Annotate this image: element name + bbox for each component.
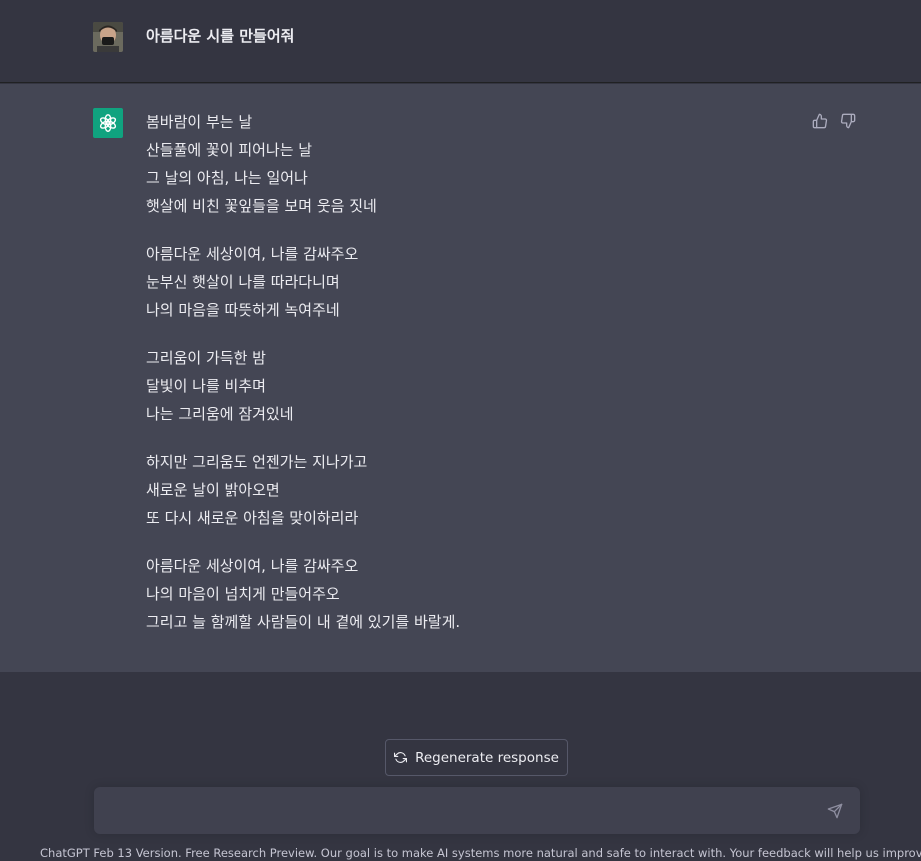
thumbs-down-icon (840, 113, 856, 129)
poem-line: 산들풀에 꽃이 피어나는 날 (146, 141, 313, 159)
poem-line: 달빛이 나를 비추며 (146, 377, 266, 395)
regenerate-label: Regenerate response (415, 749, 559, 766)
poem-stanza: 하지만 그리움도 언젠가는 지나가고 새로운 날이 밝아오면 또 다시 새로운 … (146, 448, 786, 532)
poem-stanza: 봄바람이 부는 날 산들풀에 꽃이 피어나는 날 그 날의 아침, 나는 일어나… (146, 108, 786, 220)
poem-line: 봄바람이 부는 날 (146, 113, 253, 131)
user-message-text: 아름다운 시를 만들어줘 (146, 27, 295, 45)
regenerate-response-button[interactable]: Regenerate response (385, 739, 568, 776)
message-input[interactable] (108, 787, 812, 836)
send-icon (827, 803, 843, 819)
poem-line: 나의 마음이 넘치게 만들어주오 (146, 585, 340, 603)
user-avatar (93, 22, 123, 52)
poem-line: 아름다운 세상이여, 나를 감싸주오 (146, 557, 359, 575)
assistant-message-row: 봄바람이 부는 날 산들풀에 꽃이 피어나는 날 그 날의 아침, 나는 일어나… (0, 84, 921, 672)
poem-line: 그리고 늘 함께할 사람들이 내 곁에 있기를 바랄게. (146, 613, 461, 631)
poem-line: 나의 마음을 따뜻하게 녹여주네 (146, 301, 340, 319)
user-message-row: 아름다운 시를 만들어줘 (0, 0, 921, 83)
poem-stanza: 아름다운 세상이여, 나를 감싸주오 나의 마음이 넘치게 만들어주오 그리고 … (146, 552, 786, 636)
footer-disclaimer: ChatGPT Feb 13 Version. Free Research Pr… (40, 846, 921, 860)
poem-line: 그 날의 아침, 나는 일어나 (146, 169, 308, 187)
thumbs-up-icon (812, 113, 828, 129)
poem-line: 그리움이 가득한 밤 (146, 349, 266, 367)
poem-line: 햇살에 비친 꽃잎들을 보며 웃음 짓네 (146, 197, 377, 215)
send-button[interactable] (825, 801, 845, 821)
poem-stanza: 아름다운 세상이여, 나를 감싸주오 눈부신 햇살이 나를 따라다니며 나의 마… (146, 240, 786, 324)
poem-line: 새로운 날이 밝아오면 (146, 481, 280, 499)
thumbs-down-button[interactable] (837, 110, 859, 132)
message-composer (94, 787, 860, 836)
poem-line: 하지만 그리움도 언젠가는 지나가고 (146, 453, 368, 471)
refresh-icon (394, 752, 408, 763)
poem-line: 나는 그리움에 잠겨있네 (146, 405, 294, 423)
poem-stanza: 그리움이 가득한 밤 달빛이 나를 비추며 나는 그리움에 잠겨있네 (146, 344, 786, 428)
poem-line: 눈부신 햇살이 나를 따라다니며 (146, 273, 340, 291)
openai-logo-icon (93, 108, 123, 138)
poem-line: 아름다운 세상이여, 나를 감싸주오 (146, 245, 359, 263)
assistant-message-text: 봄바람이 부는 날 산들풀에 꽃이 피어나는 날 그 날의 아침, 나는 일어나… (146, 108, 786, 656)
poem-line: 또 다시 새로운 아침을 맞이하리라 (146, 509, 359, 527)
thumbs-up-button[interactable] (809, 110, 831, 132)
